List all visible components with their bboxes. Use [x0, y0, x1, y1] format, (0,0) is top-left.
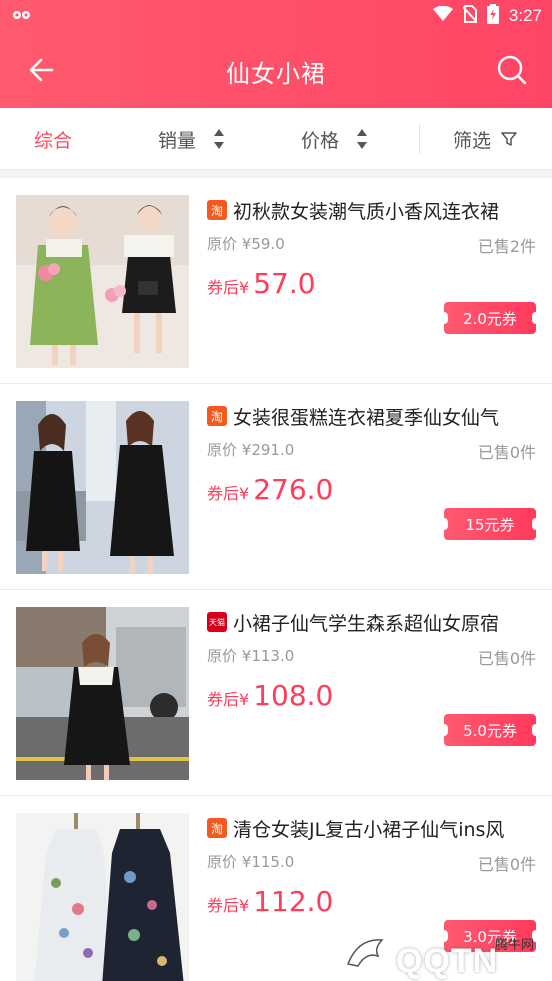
- after-coupon-label: 券后: [207, 278, 240, 297]
- original-price: ¥59.0: [241, 235, 285, 253]
- original-price-label: 原价: [207, 853, 238, 871]
- coupon-button[interactable]: 15元券: [440, 508, 540, 540]
- currency-symbol: ¥: [239, 690, 250, 709]
- original-price: ¥113.0: [241, 647, 295, 665]
- product-list: 淘 初秋款女装潮气质小香风连衣裙 原价 ¥59.0 已售2件 券后 ¥ 57.0…: [0, 178, 552, 981]
- product-image: [16, 813, 189, 981]
- no-sim-icon: [462, 5, 478, 27]
- currency-symbol: ¥: [239, 278, 250, 297]
- sort-divider: [419, 124, 420, 154]
- after-coupon-price: 276.0: [253, 473, 334, 506]
- search-icon: [497, 55, 527, 85]
- after-coupon-price: 57.0: [253, 267, 316, 300]
- sort-overall-label: 综合: [34, 129, 73, 152]
- filter-button[interactable]: 筛选: [453, 108, 517, 170]
- sold-count: 已售0件: [477, 443, 536, 462]
- taobao-icon: 淘: [207, 200, 227, 220]
- sort-sales-tab[interactable]: 销量: [158, 108, 225, 170]
- coupon-button[interactable]: 5.0元券: [440, 714, 540, 746]
- original-price-label: 原价: [207, 441, 238, 459]
- watermark: QQTN 腾牛网: [344, 928, 544, 980]
- coupon-button[interactable]: 2.0元券: [440, 302, 540, 334]
- currency-symbol: ¥: [239, 896, 250, 915]
- battery-icon: [486, 4, 499, 28]
- original-price-label: 原价: [207, 647, 238, 665]
- after-coupon-price: 108.0: [253, 679, 334, 712]
- after-coupon-label: 券后: [207, 896, 240, 915]
- tmall-icon: 天猫: [207, 612, 227, 632]
- sold-count: 已售2件: [477, 237, 536, 256]
- currency-symbol: ¥: [239, 484, 250, 503]
- original-price-label: 原价: [207, 235, 238, 253]
- product-name: 初秋款女装潮气质小香风连衣裙: [233, 200, 500, 223]
- product-item[interactable]: 淘 女装很蛋糕连衣裙夏季仙女仙气 原价 ¥291.0 已售0件 券后 ¥ 276…: [0, 384, 552, 590]
- sort-price-label: 价格: [301, 129, 340, 152]
- watermark-bird-icon: [346, 939, 384, 967]
- watermark-text: QQTN: [396, 942, 499, 980]
- notification-icon: [12, 9, 34, 25]
- app-bar: 仙女小裙: [0, 32, 552, 108]
- sort-sales-label: 销量: [158, 129, 197, 152]
- product-item[interactable]: 淘 初秋款女装潮气质小香风连衣裙 原价 ¥59.0 已售2件 券后 ¥ 57.0…: [0, 178, 552, 384]
- after-coupon-label: 券后: [207, 484, 240, 503]
- sort-bar: 综合 销量 价格 筛选: [0, 108, 552, 170]
- filter-label: 筛选: [453, 129, 492, 152]
- watermark-small-text: 腾牛网: [494, 938, 534, 953]
- product-item[interactable]: 天猫 小裙子仙气学生森系超仙女原宿 原价 ¥113.0 已售0件 券后 ¥ 10…: [0, 590, 552, 796]
- product-image: [16, 607, 189, 780]
- status-bar: 3:27: [0, 0, 552, 32]
- product-image: [16, 195, 189, 368]
- product-name: 小裙子仙气学生森系超仙女原宿: [233, 612, 500, 635]
- sold-count: 已售0件: [477, 855, 536, 874]
- search-button[interactable]: [494, 52, 530, 88]
- original-price: ¥115.0: [241, 853, 295, 871]
- product-image: [16, 401, 189, 574]
- page-title: 仙女小裙: [226, 60, 326, 88]
- status-time: 3:27: [508, 6, 542, 25]
- filter-funnel-icon: [501, 132, 517, 146]
- sort-overall-tab[interactable]: 综合: [34, 108, 72, 170]
- taobao-icon: 淘: [207, 406, 227, 426]
- taobao-icon: 淘: [207, 818, 227, 838]
- sort-price-tab[interactable]: 价格: [301, 108, 368, 170]
- original-price: ¥291.0: [241, 441, 295, 459]
- product-name: 清仓女装JL复古小裙子仙气ins风: [233, 818, 505, 841]
- wifi-icon: [432, 5, 453, 26]
- sort-updown-icon: [357, 129, 368, 149]
- sort-updown-icon: [214, 129, 225, 149]
- after-coupon-label: 券后: [207, 690, 240, 709]
- product-name: 女装很蛋糕连衣裙夏季仙女仙气: [233, 406, 500, 429]
- after-coupon-price: 112.0: [253, 885, 334, 918]
- sold-count: 已售0件: [477, 649, 536, 668]
